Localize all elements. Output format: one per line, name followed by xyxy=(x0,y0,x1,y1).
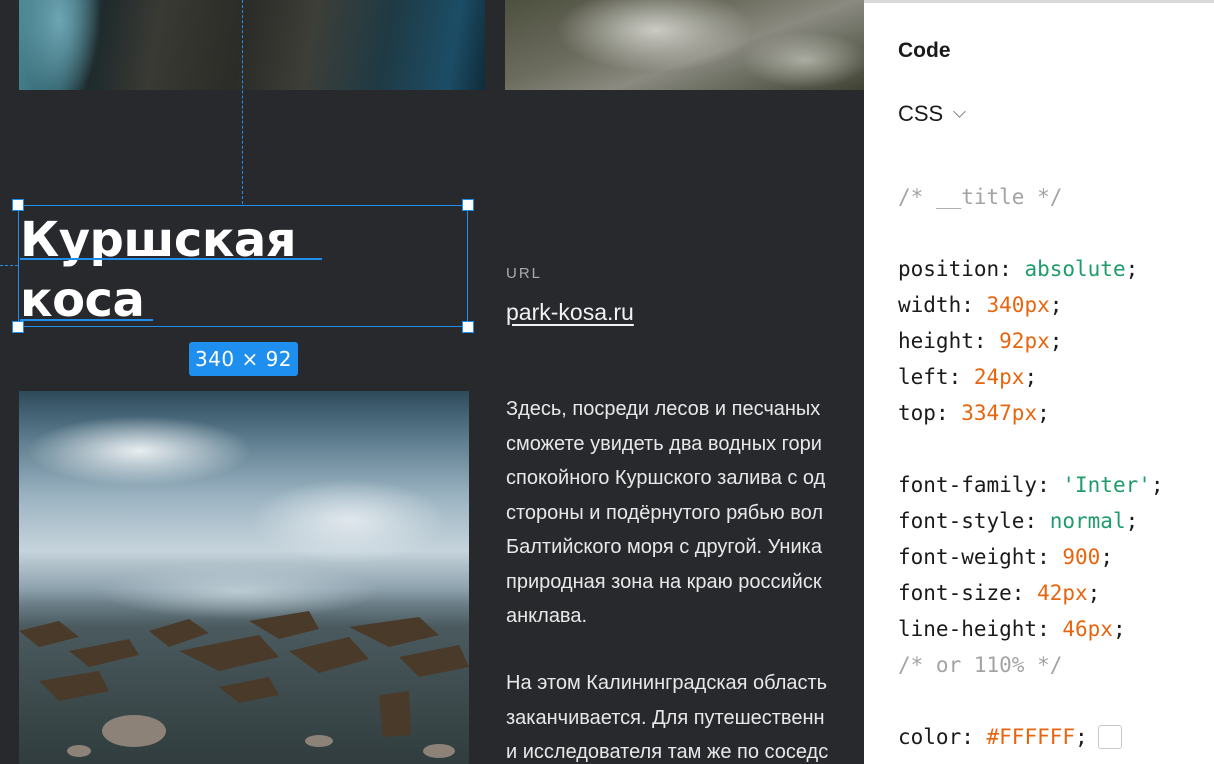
code-line-color: color: #FFFFFF; xyxy=(898,719,1164,755)
code-line-font-size: font-size: 42px; xyxy=(898,581,1101,605)
url-label: URL xyxy=(506,265,543,282)
code-line-font-family: font-family: 'Inter'; xyxy=(898,473,1164,497)
para1-line: стороны и подёрнутого рябью вол xyxy=(506,501,823,524)
resize-handle-top-right[interactable] xyxy=(462,199,474,211)
driftwood-stumps xyxy=(19,611,469,758)
code-line-height: height: 92px; xyxy=(898,329,1063,353)
selection-box[interactable] xyxy=(18,205,468,327)
code-line-font-style: font-style: normal; xyxy=(898,509,1139,533)
para1-line: Здесь, посреди лесов и песчаных xyxy=(506,398,821,420)
color-swatch-icon[interactable] xyxy=(1097,725,1122,749)
language-value: CSS xyxy=(898,101,944,126)
code-block: /* __title */ position: absolute; width:… xyxy=(898,179,1164,755)
para1-line: анклава. xyxy=(506,605,588,627)
language-select[interactable]: CSS xyxy=(898,101,967,127)
description-paragraph-2[interactable]: На этом Калининградская область заканчив… xyxy=(506,666,864,764)
para1-line: природная зона на краю российск xyxy=(506,570,822,593)
code-line-position: position: absolute; xyxy=(898,257,1139,281)
code-line-width: width: 340px; xyxy=(898,293,1063,317)
para2-line: заканчивается. Для путешественн xyxy=(506,706,825,729)
url-link[interactable]: park-kosa.ru xyxy=(506,299,634,326)
design-canvas[interactable]: Куршская коса 340 × 92 URL park-kosa.ru … xyxy=(0,0,864,764)
resize-handle-bottom-right[interactable] xyxy=(462,321,474,333)
curonian-spit-photo[interactable] xyxy=(19,391,469,764)
code-comment-line-height: /* or 110% */ xyxy=(898,653,1063,677)
chevron-down-icon xyxy=(953,104,967,118)
resize-handle-bottom-left[interactable] xyxy=(12,321,24,333)
para2-line: На этом Калининградская область xyxy=(506,672,828,694)
foggy-hills-photo[interactable] xyxy=(505,0,864,90)
spacing-guide-vertical xyxy=(242,0,243,204)
code-line-line-height: line-height: 46px; xyxy=(898,617,1126,641)
para2-line: и исследователя там же по соседс xyxy=(506,741,829,763)
code-line-left: left: 24px; xyxy=(898,365,1038,389)
resize-handle-top-left[interactable] xyxy=(12,199,24,211)
panel-title: Code xyxy=(898,39,951,62)
code-comment-title: /* __title */ xyxy=(898,185,1063,209)
code-inspector-panel: Code CSS /* __title */ position: absolut… xyxy=(864,0,1214,764)
spacing-guide-horizontal xyxy=(0,265,18,266)
description-paragraph-1[interactable]: Здесь, посреди лесов и песчаных сможете … xyxy=(506,392,864,634)
rocky-coast-photo[interactable] xyxy=(19,0,485,90)
dimension-badge: 340 × 92 xyxy=(189,342,298,376)
code-line-top: top: 3347px; xyxy=(898,401,1050,425)
code-line-font-weight: font-weight: 900; xyxy=(898,545,1113,569)
para1-line: Балтийского моря с другой. Уника xyxy=(506,536,822,558)
para1-line: спокойного Куршского залива с од xyxy=(506,467,826,489)
para1-line: сможете увидеть два водных гори xyxy=(506,432,822,455)
